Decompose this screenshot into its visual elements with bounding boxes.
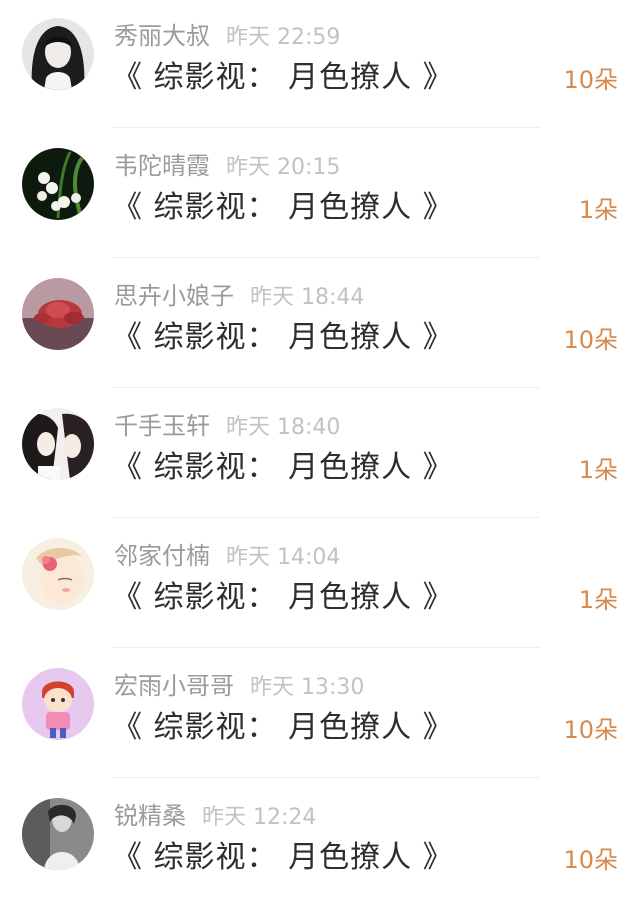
flower-count: 10朵 [563,716,618,744]
timestamp: 昨天 22:59 [226,25,341,50]
book-title: 《 综影视： 月色撩人 》 [112,190,454,225]
anime-couple-avatar[interactable] [22,408,94,480]
gift-record-list: 秀丽大叔 昨天 22:59 《 综影视： 月色撩人 》 10朵 韦陀晴霞 昨天 20… [0,0,640,912]
sender-name: 秀丽大叔 [114,22,210,50]
sender-name: 思卉小娘子 [114,282,234,310]
flower-count: 1朵 [578,456,618,484]
book-title: 《 综影视： 月色撩人 》 [112,450,454,485]
book-title: 《 综影视： 月色撩人 》 [112,710,454,745]
flower-count: 10朵 [563,846,618,874]
list-item[interactable]: 思卉小娘子 昨天 18:44 《 综影视： 月色撩人 》 10朵 [0,258,640,388]
sender-name: 锐精桑 [114,802,186,830]
flower-count: 10朵 [563,66,618,94]
lily-of-valley-avatar[interactable] [22,148,94,220]
list-item[interactable]: 邻家付楠 昨天 14:04 《 综影视： 月色撩人 》 1朵 [0,518,640,648]
timestamp: 昨天 20:15 [226,155,341,180]
illustrated-girl-avatar[interactable] [22,538,94,610]
book-title: 《 综影视： 月色撩人 》 [112,320,454,355]
book-title: 《 综影视： 月色撩人 》 [112,580,454,615]
list-item[interactable]: 秀丽大叔 昨天 22:59 《 综影视： 月色撩人 》 10朵 [0,0,640,128]
timestamp: 昨天 12:24 [202,805,317,830]
list-item[interactable]: 千手玉轩 昨天 18:40 《 综影视： 月色撩人 》 1朵 [0,388,640,518]
book-title: 《 综影视： 月色撩人 》 [112,840,454,875]
sender-name: 邻家付楠 [114,542,210,570]
flower-count: 1朵 [578,196,618,224]
flower-count: 1朵 [578,586,618,614]
list-item[interactable]: 宏雨小哥哥 昨天 13:30 《 综影视： 月色撩人 》 10朵 [0,648,640,778]
girl-portrait-avatar[interactable] [22,18,94,90]
sender-name: 宏雨小哥哥 [114,672,234,700]
book-title: 《 综影视： 月色撩人 》 [112,60,454,95]
timestamp: 昨天 14:04 [226,545,341,570]
sender-name: 韦陀晴霞 [114,152,210,180]
timestamp: 昨天 13:30 [250,675,365,700]
cartoon-boy-avatar[interactable] [22,668,94,740]
list-item[interactable]: 锐精桑 昨天 12:24 《 综影视： 月色撩人 》 10朵 [0,778,640,908]
flower-count: 10朵 [563,326,618,354]
sender-name: 千手玉轩 [114,412,210,440]
gray-photo-avatar[interactable] [22,798,94,870]
red-rose-avatar[interactable] [22,278,94,350]
timestamp: 昨天 18:44 [250,285,365,310]
list-item[interactable]: 韦陀晴霞 昨天 20:15 《 综影视： 月色撩人 》 1朵 [0,128,640,258]
timestamp: 昨天 18:40 [226,415,341,440]
